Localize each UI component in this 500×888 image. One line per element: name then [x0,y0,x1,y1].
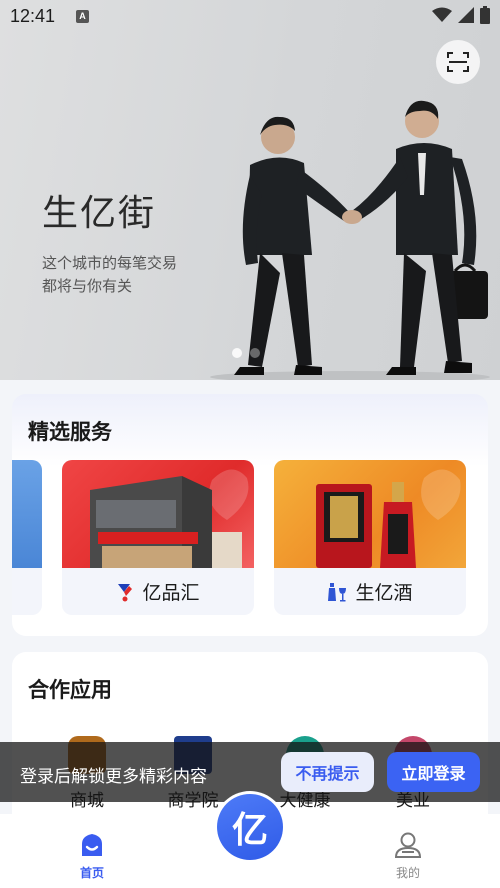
service-card-yipinhui[interactable]: 亿品汇 [62,460,254,615]
service-label-yipinhui: 亿品汇 [62,568,254,615]
yipinhui-store-image [62,460,254,568]
login-prompt-text: 登录后解锁更多精彩内容 [20,767,207,787]
hero-subtitle-line-2: 都将与你有关 [42,277,133,295]
featured-services-card: 精选服务 亿品汇 生亿酒 [12,394,488,636]
wifi-icon [432,7,452,22]
scan-button[interactable] [436,40,480,84]
service-label-shengyijiu: 生亿酒 [274,568,466,615]
featured-services-title: 精选服务 [28,420,112,444]
carousel-indicator [232,348,260,358]
dont-show-again-button[interactable]: 不再提示 [281,752,374,792]
signal-icon [458,7,474,23]
service-image-partial [12,460,42,568]
login-now-button[interactable]: 立即登录 [387,752,480,792]
liquor-bottle-icon [328,582,347,601]
carousel-dot[interactable] [250,348,260,358]
nav-label-home: 首页 [79,866,104,880]
hero-subtitle: 这个城市的每笔交易 都将与你有关 [42,252,177,298]
center-logo-icon: 亿 [217,794,283,860]
service-name-shengyijiu: 生亿酒 [355,582,413,604]
shengyijiu-liquor-image [274,460,466,568]
status-time: 12:41 [10,6,56,26]
status-bar: 12:41 A [0,0,500,34]
nav-label-me: 我的 [395,866,420,880]
service-card-shengyijiu[interactable]: 生亿酒 [274,460,466,615]
profile-icon [394,832,422,858]
nav-tab-me[interactable]: 我的 [378,832,438,881]
hero-banner[interactable]: 生亿街 这个城市的每笔交易 都将与你有关 [0,0,500,380]
home-icon [82,834,102,856]
partner-apps-title: 合作应用 [28,678,112,702]
carousel-dot-active[interactable] [232,348,242,358]
yipinhui-logo-icon [118,583,133,601]
center-home-button[interactable]: 亿 [214,791,286,863]
battery-icon [480,6,490,24]
handshake-image [210,100,490,380]
store-illustration [90,469,249,568]
hero-title: 生亿街 [42,193,157,234]
nav-tab-home[interactable]: 首页 [62,832,122,881]
hero-subtitle-line-1: 这个城市的每笔交易 [42,254,178,272]
liquor-illustration [316,469,461,568]
service-card-partial[interactable] [12,460,42,615]
status-icons [432,6,490,24]
notification-icon: A [76,10,89,23]
service-name-yipinhui: 亿品汇 [142,582,200,604]
scan-icon [447,52,469,72]
